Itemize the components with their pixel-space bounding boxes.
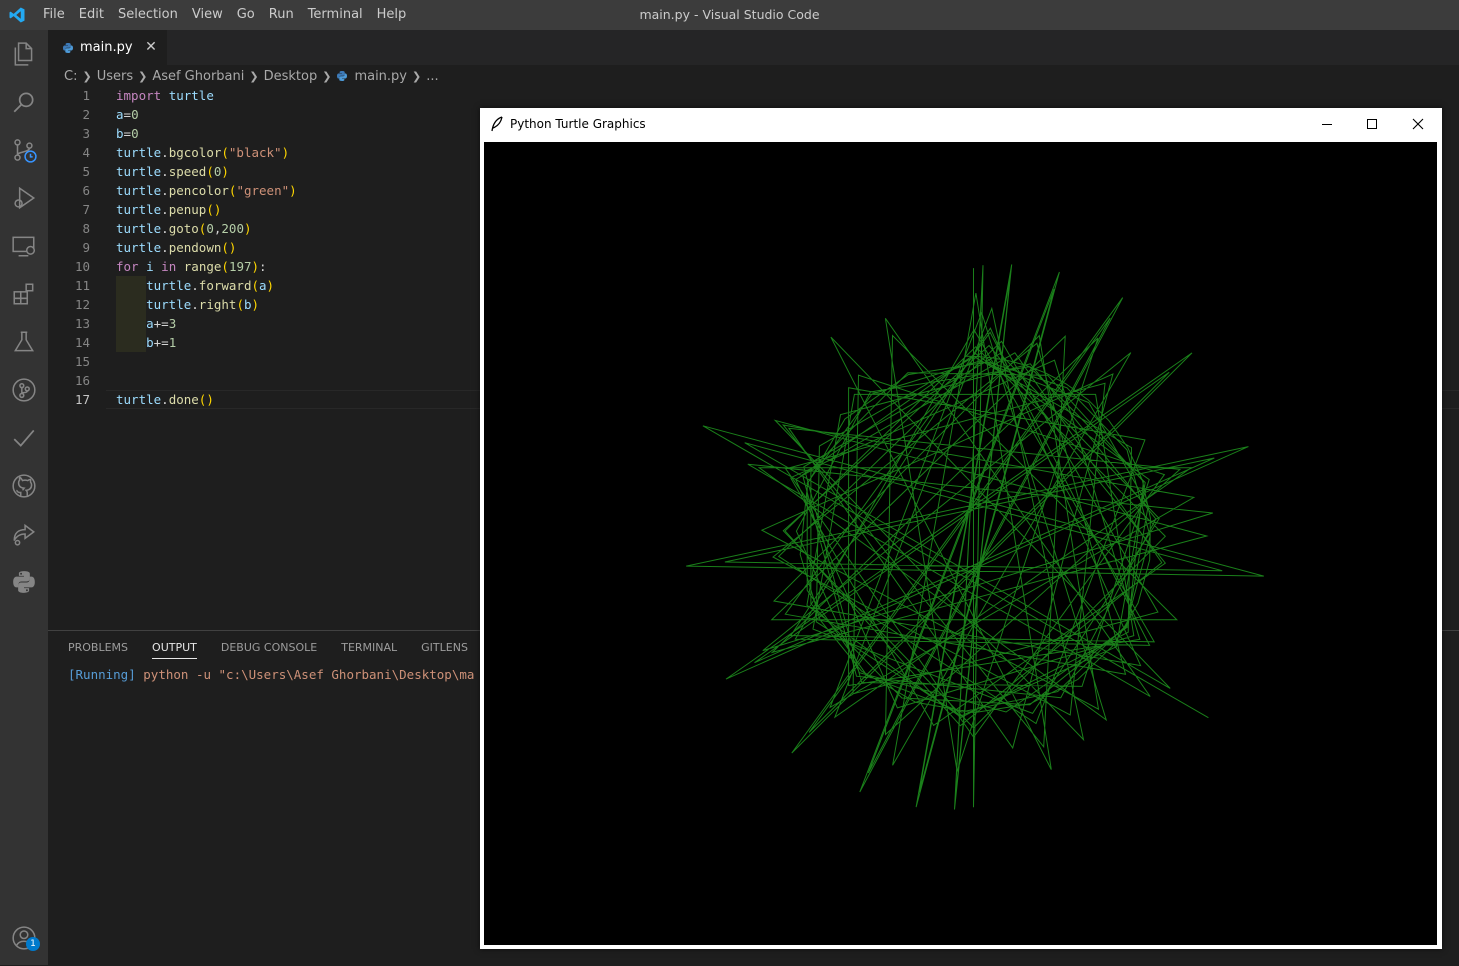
line-number: 12 (74, 297, 90, 312)
menu-file[interactable]: File (36, 0, 72, 30)
extensions-icon[interactable] (0, 270, 48, 318)
line-code: turtle.right(b) (146, 297, 260, 312)
minimize-button[interactable] (1304, 108, 1350, 140)
line-number: 15 (74, 354, 90, 369)
line-code: import turtle (116, 88, 214, 103)
breadcrumb-symbol[interactable]: ... (426, 69, 438, 84)
turtle-drawing (686, 264, 1264, 810)
line-code: turtle.done() (116, 392, 214, 407)
maximize-button[interactable] (1349, 108, 1395, 140)
accounts-icon[interactable] (0, 914, 48, 962)
vscode-logo-icon (9, 7, 25, 23)
line-code: b+=1 (146, 335, 177, 350)
line-code: turtle.pencolor("green") (116, 183, 297, 198)
line-number: 7 (82, 202, 90, 217)
line-number: 9 (82, 240, 90, 255)
menu-go[interactable]: Go (230, 0, 262, 30)
line-number: 1 (82, 88, 90, 103)
line-number: 5 (82, 164, 90, 179)
remote-explorer-icon[interactable] (0, 222, 48, 270)
line-number: 8 (82, 221, 90, 236)
line-code: a+=3 (146, 316, 177, 331)
menu-terminal[interactable]: Terminal (301, 0, 370, 30)
tab-terminal[interactable]: TERMINAL (341, 641, 397, 659)
line-number: 16 (74, 373, 90, 388)
live-share-icon[interactable] (0, 510, 48, 558)
turtle-window-titlebar[interactable]: Python Turtle Graphics (480, 108, 1442, 140)
line-code: turtle.penup() (116, 202, 222, 217)
line-number: 6 (82, 183, 90, 198)
menu-selection[interactable]: Selection (111, 0, 185, 30)
menu-help[interactable]: Help (370, 0, 414, 30)
menu-run[interactable]: Run (262, 0, 301, 30)
menu-bar: File Edit Selection View Go Run Terminal… (36, 0, 413, 30)
explorer-icon[interactable] (0, 30, 48, 78)
source-control-icon[interactable] (0, 126, 48, 174)
breadcrumb-user[interactable]: Asef Ghorbani (152, 69, 244, 84)
editor-tabs: main.py ✕ (48, 30, 1459, 65)
python-file-icon (63, 42, 73, 53)
run-debug-icon[interactable] (0, 174, 48, 222)
tab-debug-console[interactable]: DEBUG CONSOLE (221, 641, 317, 659)
github-icon[interactable] (0, 462, 48, 510)
line-number: 17 (74, 392, 90, 407)
python-icon[interactable] (0, 558, 48, 606)
output-running-label: [Running] (68, 667, 136, 682)
line-number: 13 (74, 316, 90, 331)
output-command: python -u "c:\Users\Asef Ghorbani\Deskto… (143, 667, 475, 682)
line-number: 2 (82, 107, 90, 122)
checkmark-icon[interactable] (0, 414, 48, 462)
minimize-icon (1322, 124, 1332, 125)
maximize-icon (1367, 119, 1377, 129)
close-icon (1412, 118, 1424, 130)
breadcrumb-users[interactable]: Users (97, 69, 133, 84)
turtle-window-title: Python Turtle Graphics (510, 117, 646, 131)
chevron-right-icon: ❯ (249, 69, 259, 83)
tab-problems[interactable]: PROBLEMS (68, 641, 128, 659)
line-code: b=0 (116, 126, 139, 141)
panel-tabs: PROBLEMS OUTPUT DEBUG CONSOLE TERMINAL G… (68, 641, 492, 659)
feather-icon (491, 116, 503, 132)
line-number: 11 (74, 278, 90, 293)
breadcrumb-desktop[interactable]: Desktop (264, 69, 318, 84)
line-code: for i in range(197): (116, 259, 267, 274)
line-code: a=0 (116, 107, 139, 122)
turtle-graphics-window: Python Turtle Graphics (480, 108, 1442, 949)
output-text: [Running] python -u "c:\Users\Asef Ghorb… (68, 667, 474, 682)
line-code: turtle.pendown() (116, 240, 237, 255)
line-code: turtle.forward(a) (146, 278, 275, 293)
testing-icon[interactable] (0, 318, 48, 366)
activity-bar (0, 30, 48, 965)
breadcrumb-drive[interactable]: C: (64, 69, 77, 84)
line-number: 4 (82, 145, 90, 160)
line-code: turtle.bgcolor("black") (116, 145, 290, 160)
menu-edit[interactable]: Edit (72, 0, 111, 30)
line-number: 3 (82, 126, 90, 141)
tab-label: main.py (80, 40, 133, 55)
chevron-right-icon: ❯ (412, 69, 422, 83)
search-icon[interactable] (0, 78, 48, 126)
turtle-path (686, 264, 1264, 810)
line-code: turtle.goto(0,200) (116, 221, 252, 236)
chevron-right-icon: ❯ (322, 69, 332, 83)
turtle-canvas[interactable] (484, 142, 1437, 945)
tab-main-py[interactable]: main.py ✕ (48, 30, 167, 65)
line-number: 10 (74, 259, 90, 274)
python-file-icon (337, 71, 348, 81)
title-bar: File Edit Selection View Go Run Terminal… (0, 0, 1459, 30)
chevron-right-icon: ❯ (138, 69, 148, 83)
tab-gitlens[interactable]: GITLENS (421, 641, 468, 659)
chevron-right-icon: ❯ (82, 69, 92, 83)
tab-output[interactable]: OUTPUT (152, 641, 197, 659)
close-button[interactable] (1395, 108, 1441, 140)
breadcrumb: C: ❯ Users ❯ Asef Ghorbani ❯ Desktop ❯ m… (64, 66, 439, 86)
git-graph-icon[interactable] (0, 366, 48, 414)
line-number: 14 (74, 335, 90, 350)
breadcrumb-file[interactable]: main.py (354, 69, 407, 84)
menu-view[interactable]: View (185, 0, 230, 30)
line-code: turtle.speed(0) (116, 164, 229, 179)
accounts-badge: 1 (26, 937, 40, 951)
close-icon[interactable]: ✕ (143, 39, 159, 55)
